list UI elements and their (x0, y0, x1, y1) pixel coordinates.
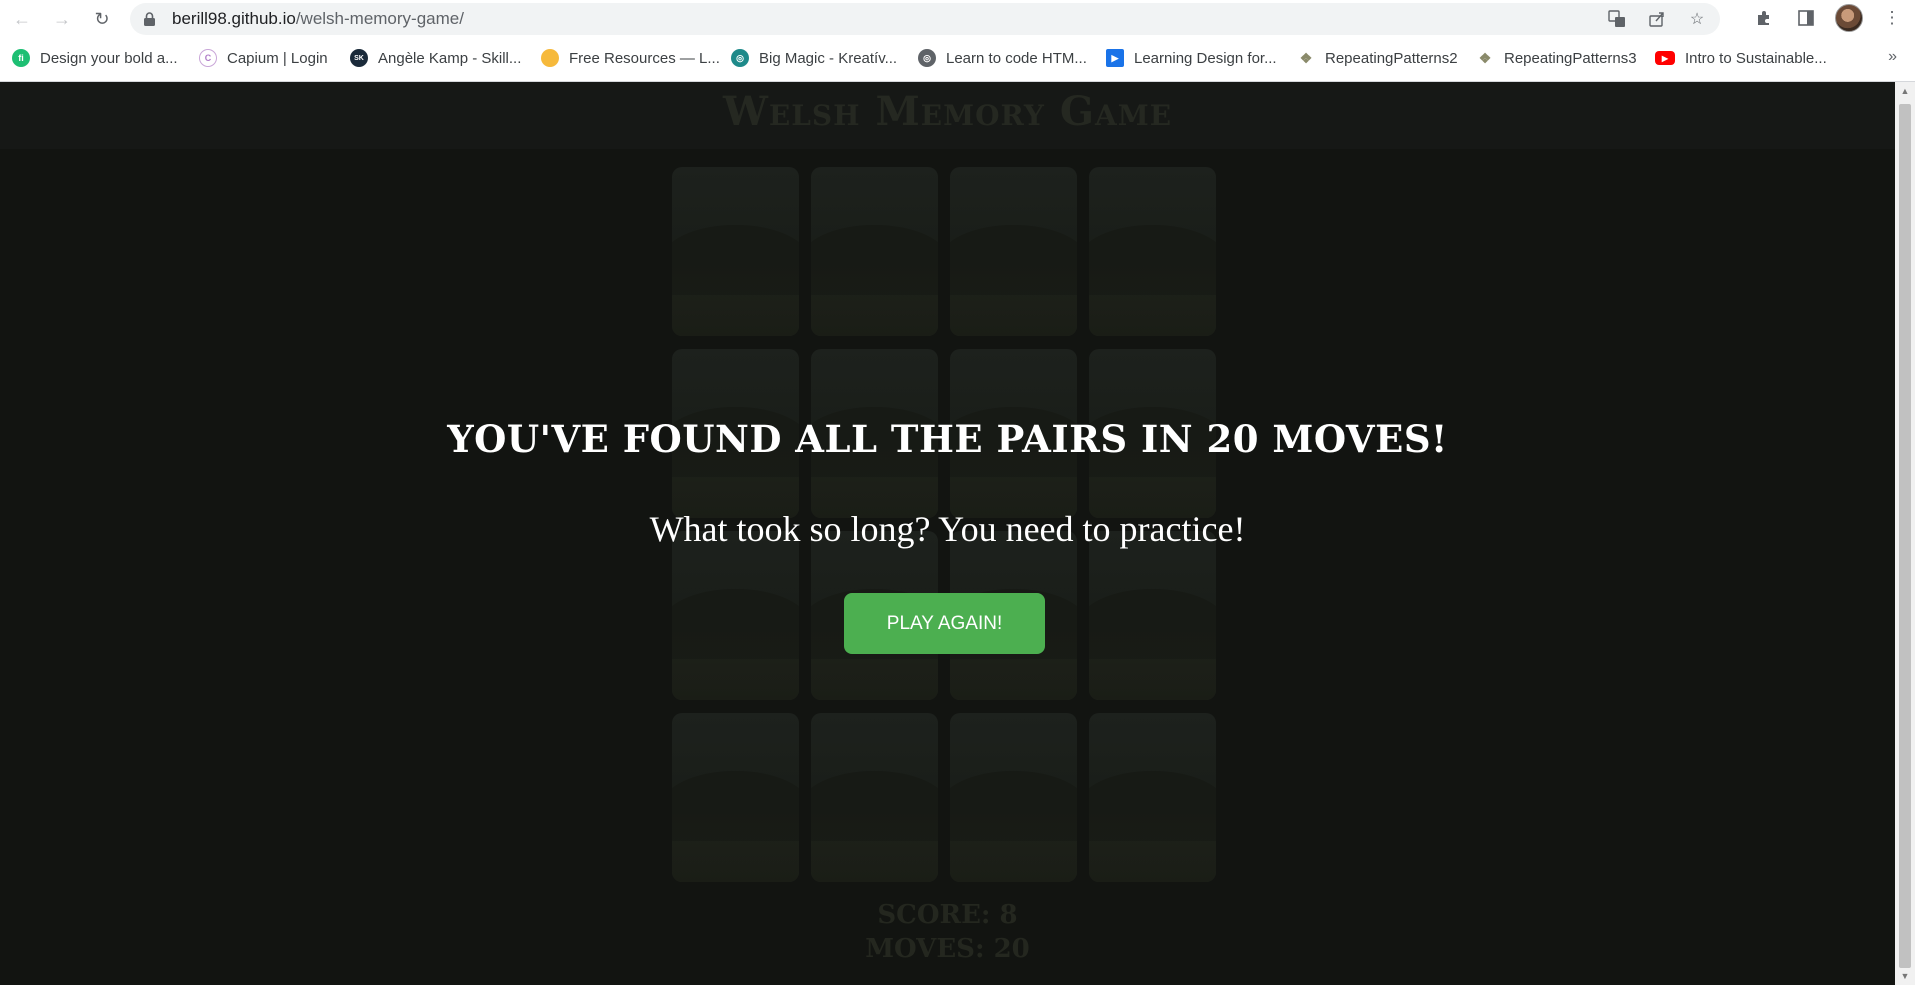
bookmark-item[interactable]: ▶ Intro to Sustainable... (1655, 46, 1827, 70)
bookmark-item[interactable]: SK Angèle Kamp - Skill... (350, 46, 521, 70)
bookmark-item[interactable]: ◎ Learn to code HTM... (918, 46, 1087, 70)
scrollbar-thumb[interactable] (1899, 104, 1911, 968)
side-panel-icon[interactable] (1793, 4, 1819, 32)
bookmark-label: Design your bold a... (40, 49, 178, 67)
pattern-icon: ❖ (1297, 49, 1315, 67)
lock-icon (144, 12, 155, 26)
bookmarks-overflow-icon[interactable]: » (1888, 48, 1897, 66)
reload-button[interactable]: ↻ (88, 5, 116, 33)
bookmark-item[interactable]: ◎ Big Magic - Kreatív... (731, 46, 897, 70)
url-path: /welsh-memory-game/ (295, 9, 464, 28)
share-icon[interactable] (1646, 8, 1668, 30)
bookmark-label: Angèle Kamp - Skill... (378, 49, 522, 67)
translate-icon[interactable] (1606, 8, 1628, 30)
bookmark-label: Intro to Sustainable... (1685, 49, 1827, 67)
bookmark-item[interactable]: fi Design your bold a... (12, 46, 178, 70)
bookmark-label: RepeatingPatterns2 (1325, 49, 1458, 67)
bookmark-label: Capium | Login (227, 49, 328, 67)
bookmark-item[interactable]: ▶ Learning Design for... (1106, 46, 1277, 70)
video-icon: ▶ (1106, 49, 1124, 67)
win-overlay: YOU'VE FOUND ALL THE PAIRS IN 20 MOVES! … (0, 82, 1895, 985)
win-subtitle: What took so long? You need to practice! (649, 509, 1246, 549)
skillshare-icon: SK (350, 49, 368, 67)
bookmark-item[interactable]: ❖ RepeatingPatterns3 (1476, 46, 1637, 70)
youtube-icon: ▶ (1655, 51, 1675, 65)
win-title: YOU'VE FOUND ALL THE PAIRS IN 20 MOVES! (447, 417, 1448, 461)
address-bar[interactable]: berill98.github.io/welsh-memory-game/ ☆ (130, 3, 1720, 35)
extensions-icon[interactable] (1751, 4, 1777, 32)
scroll-up-icon[interactable]: ▲ (1895, 82, 1915, 100)
browser-chrome: ← → ↻ berill98.github.io/welsh-memory-ga… (0, 0, 1915, 82)
profile-avatar[interactable] (1835, 4, 1863, 32)
scroll-down-icon[interactable]: ▼ (1895, 967, 1915, 985)
bookmarks-bar: fi Design your bold a... C Capium | Logi… (0, 42, 1915, 74)
bookmark-label: RepeatingPatterns3 (1504, 49, 1637, 67)
menu-kebab-icon[interactable]: ⋮ (1879, 4, 1905, 32)
url-text: berill98.github.io/welsh-memory-game/ (172, 9, 464, 29)
url-host: berill98.github.io (172, 9, 296, 28)
globe-icon: ◎ (918, 49, 936, 67)
bookmark-item[interactable]: ❖ RepeatingPatterns2 (1297, 46, 1458, 70)
globe-teal-icon: ◎ (731, 49, 749, 67)
browser-toolbar: ← → ↻ berill98.github.io/welsh-memory-ga… (0, 0, 1915, 38)
page-scrollbar[interactable]: ▲ ▼ (1895, 82, 1915, 985)
fiverr-icon: fi (12, 49, 30, 67)
resources-icon (541, 49, 559, 67)
play-again-button[interactable]: PLAY AGAIN! (844, 593, 1045, 654)
bookmark-label: Learning Design for... (1134, 49, 1277, 67)
pattern-icon: ❖ (1476, 49, 1494, 67)
bookmark-label: Learn to code HTM... (946, 49, 1087, 67)
bookmark-item[interactable]: C Capium | Login (199, 46, 328, 70)
bookmark-item[interactable]: Free Resources — L... (541, 46, 720, 70)
bookmark-label: Free Resources — L... (569, 49, 720, 67)
page-viewport: Welsh Memory Game SCORE: 8 MOVES: 20 YOU… (0, 82, 1895, 985)
capium-icon: C (199, 49, 217, 67)
bookmark-label: Big Magic - Kreatív... (759, 49, 898, 67)
bookmark-star-icon[interactable]: ☆ (1686, 8, 1708, 30)
forward-button[interactable]: → (48, 5, 76, 33)
back-button[interactable]: ← (8, 5, 36, 33)
